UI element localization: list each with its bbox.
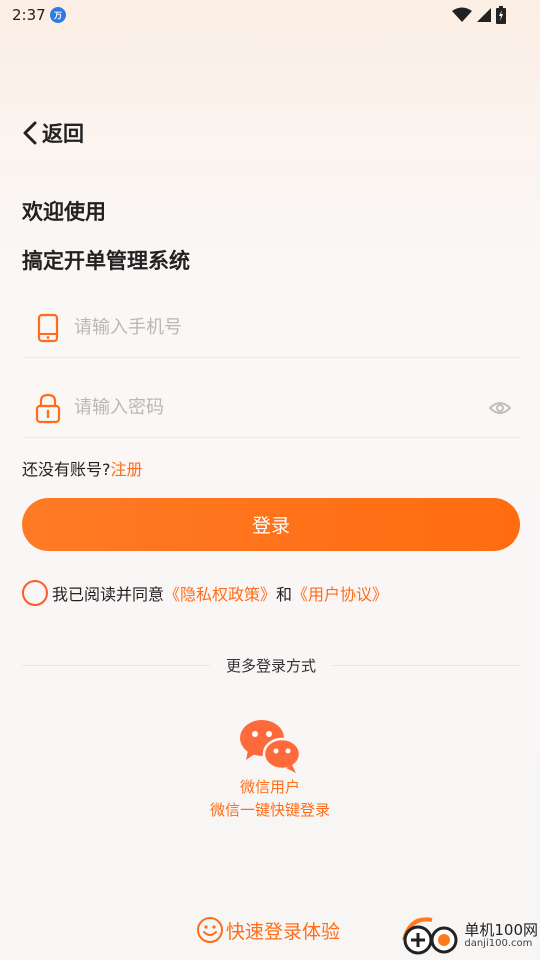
system-title: 搞定开单管理系统 xyxy=(22,249,190,273)
no-account-text: 还没有账号? xyxy=(22,460,111,479)
watermark-cn: 单机100网 xyxy=(464,920,538,939)
back-button[interactable]: 返回 xyxy=(22,116,84,150)
quick-login-button[interactable]: 快速登录体验 xyxy=(196,916,340,944)
divider-right xyxy=(332,664,521,666)
battery-icon xyxy=(496,6,506,24)
password-input[interactable] xyxy=(74,397,488,418)
more-login-divider: 更多登录方式 xyxy=(22,654,521,676)
register-link[interactable]: 注册 xyxy=(111,460,143,479)
welcome-title: 欢迎使用 xyxy=(22,200,106,224)
lock-icon xyxy=(34,392,62,424)
register-row: 还没有账号?注册 xyxy=(22,456,143,480)
watermark-logo-icon xyxy=(402,917,458,955)
phone-input[interactable] xyxy=(74,317,520,338)
status-icons xyxy=(452,6,506,24)
wechat-icon xyxy=(240,720,302,773)
watermark-en: danji100.com xyxy=(464,937,533,949)
signal-icon xyxy=(477,8,491,22)
watermark: 单机100网 danji100.com xyxy=(400,914,538,958)
login-button[interactable]: 登录 xyxy=(22,498,520,551)
back-label: 返回 xyxy=(42,122,84,146)
phone-field xyxy=(22,298,520,358)
agreement-row: 我已阅读并同意 《隐私权政策》 和 《用户协议》 xyxy=(22,580,388,606)
user-agreement-link[interactable]: 《用户协议》 xyxy=(292,581,388,605)
agreement-checkbox[interactable] xyxy=(22,580,48,606)
agreement-and: 和 xyxy=(276,585,293,604)
wechat-user-label: 微信用户 xyxy=(239,778,300,796)
phone-icon xyxy=(34,312,62,344)
chevron-left-icon xyxy=(23,121,37,145)
more-login-title: 更多登录方式 xyxy=(226,656,317,675)
wifi-icon xyxy=(452,7,472,22)
watermark-text: 单机100网 danji100.com xyxy=(464,920,538,949)
smile-icon xyxy=(197,917,223,943)
eye-icon[interactable] xyxy=(488,396,512,420)
status-time: 2:37 xyxy=(12,6,46,24)
divider-left xyxy=(22,664,210,666)
privacy-policy-link[interactable]: 《隐私权政策》 xyxy=(164,581,276,605)
password-field xyxy=(22,378,520,438)
notification-app-icon: 万 xyxy=(50,7,66,23)
wechat-subtitle: 微信一键快键登录 xyxy=(209,801,330,819)
quick-login-label: 快速登录体验 xyxy=(226,920,341,943)
wechat-login-button[interactable]: 微信用户 微信一键快键登录 xyxy=(170,716,370,820)
status-bar: 2:37 万 xyxy=(0,0,540,32)
agreement-prefix: 我已阅读并同意 xyxy=(52,585,165,604)
